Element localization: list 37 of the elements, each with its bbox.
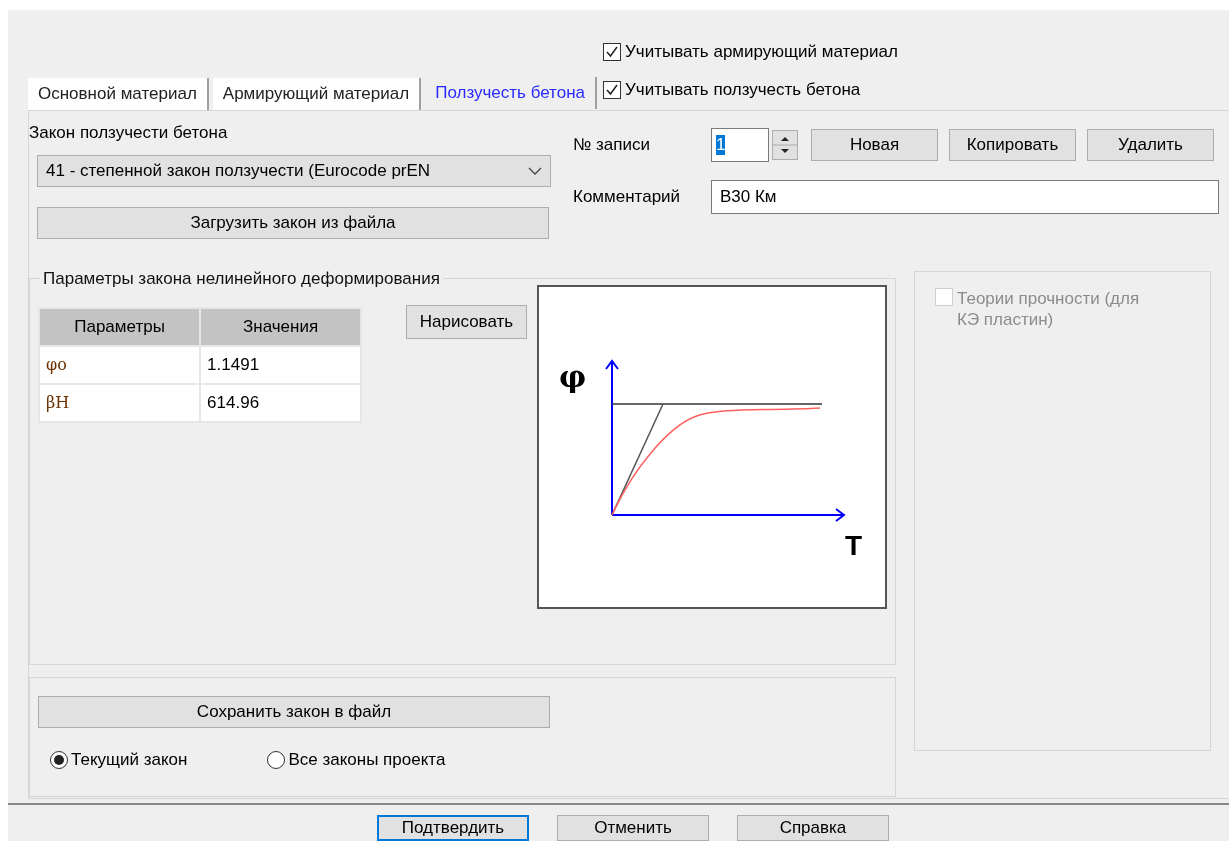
- law-label: Закон ползучести бетона: [29, 122, 229, 143]
- radio-button[interactable]: [267, 750, 286, 769]
- radio-label: Все законы проекта: [288, 749, 446, 770]
- table-cell: βH: [39, 383, 201, 422]
- table-cell: φo: [39, 345, 201, 384]
- record-label: № записи: [573, 134, 651, 155]
- column-header: Значения: [200, 307, 361, 346]
- column-header: Параметры: [39, 307, 201, 346]
- table-cell[interactable]: 1.1491: [200, 345, 361, 384]
- record-number-field[interactable]: 1: [711, 127, 769, 162]
- dialog-button[interactable]: Справка: [737, 815, 889, 841]
- tab[interactable]: Основной материал: [28, 77, 209, 110]
- save-law-button[interactable]: Сохранить закон в файл: [38, 695, 550, 728]
- axis-label: T: [845, 529, 863, 561]
- comment-label: Комментарий: [573, 186, 682, 207]
- radio-button[interactable]: [50, 750, 68, 769]
- dialog-button[interactable]: Подтвердить: [377, 815, 529, 841]
- checkbox-label: Учитывать армирующий материал: [625, 41, 898, 62]
- table-cell[interactable]: 614.96: [200, 383, 361, 422]
- record-button[interactable]: Удалить: [1087, 128, 1214, 161]
- checkbox-label: Учитывать ползучесть бетона: [625, 79, 861, 100]
- dialog-button[interactable]: Отменить: [557, 815, 709, 841]
- group-title: Параметры закона нелинейного деформирования: [42, 268, 441, 289]
- record-button[interactable]: Копировать: [949, 128, 1076, 161]
- checkbox[interactable]: [603, 80, 621, 99]
- tab[interactable]: Армирующий материал: [212, 77, 422, 110]
- draw-button[interactable]: Нарисовать: [406, 304, 527, 339]
- comment-field[interactable]: B30 Км: [711, 179, 1219, 214]
- checkbox[interactable]: [603, 42, 621, 61]
- record-button[interactable]: Новая: [811, 128, 938, 161]
- axis-label: φ: [559, 358, 587, 394]
- load-law-button[interactable]: Загрузить закон из файла: [37, 206, 549, 239]
- checkbox-label: Теории прочности (для КЭ пластин): [957, 287, 1141, 330]
- spinner-arrows-icon[interactable]: [772, 129, 798, 160]
- law-dropdown[interactable]: 41 - степенной закон ползучести (Eurocode prEN: [37, 154, 551, 187]
- radio-label: Текущий закон: [71, 749, 188, 770]
- chevron-down-icon: [528, 166, 542, 175]
